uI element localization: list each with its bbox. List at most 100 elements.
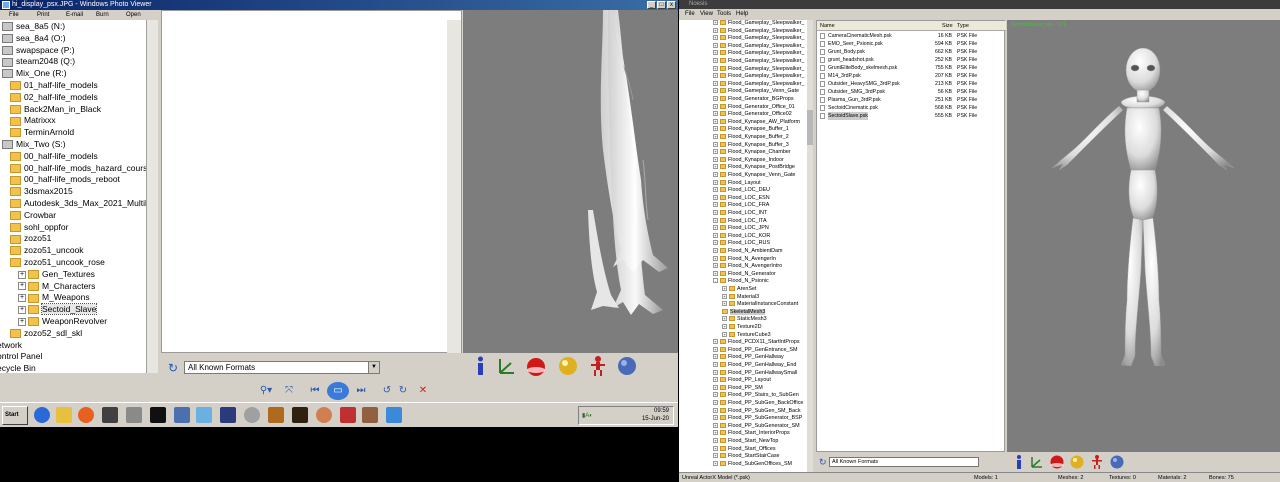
rotate-left-icon[interactable]: ↺: [380, 384, 394, 398]
package-tree-item[interactable]: + Flood_PP_GenHallway_End: [713, 362, 796, 370]
package-tree-item[interactable]: + Flood_Kynapse_Buffer_2: [713, 134, 789, 142]
folder-tree-item[interactable]: sohl_oppfor: [10, 221, 68, 233]
folder-tree-item[interactable]: swapspace (P:): [2, 44, 75, 56]
package-tree-item[interactable]: + Flood_LOC_KOR: [713, 233, 770, 241]
expand-icon[interactable]: +: [18, 305, 26, 314]
package-tree-item[interactable]: + Flood_PP_GenHallwaySmall: [713, 370, 797, 378]
photo-viewer-task-icon[interactable]: [386, 407, 402, 423]
axes-icon[interactable]: [1029, 454, 1045, 470]
menu-open[interactable]: Open: [126, 10, 141, 20]
folder-tree-item[interactable]: 00_half-life_mods_reboot: [10, 173, 120, 185]
axes-icon[interactable]: [496, 355, 518, 377]
folder-tree-item[interactable]: sea_8a4 (O:): [2, 32, 66, 44]
expand-icon[interactable]: +: [713, 50, 718, 56]
package-tree-item[interactable]: + Flood_Gameplay_Sleepwalker_: [713, 35, 804, 43]
resource-row[interactable]: GruntEliteBody_skelmesh.psk 755 KB PSK Fil…: [817, 64, 1006, 72]
package-tree-item[interactable]: + Flood_LOC_FRA: [713, 202, 769, 210]
expand-icon[interactable]: +: [713, 217, 718, 223]
delete-icon[interactable]: ✕: [416, 384, 430, 398]
expand-icon[interactable]: +: [713, 96, 718, 102]
format-filter-select[interactable]: All Known Formats ▼: [184, 361, 380, 374]
clock-time[interactable]: 09:59: [654, 408, 669, 414]
start-button[interactable]: Start: [2, 406, 28, 425]
package-tree-item[interactable]: + StaticMesh3: [722, 316, 767, 324]
movie-maker-icon[interactable]: [102, 407, 118, 423]
package-tree-item[interactable]: + Material3: [722, 294, 759, 302]
menu-help[interactable]: Help: [736, 9, 748, 19]
menu-burn[interactable]: Burn: [96, 10, 109, 20]
ie-icon[interactable]: [34, 407, 50, 423]
expand-icon[interactable]: +: [713, 210, 718, 216]
model-viewport-right[interactable]: SectoidSlave.psk - 1/1: [1007, 20, 1280, 472]
info-icon[interactable]: [469, 355, 491, 377]
package-tree-item[interactable]: + Flood_LOC_JPN: [713, 225, 769, 233]
refresh-icon[interactable]: ↻: [819, 457, 827, 468]
column-size[interactable]: Size: [942, 21, 953, 31]
expand-icon[interactable]: +: [713, 126, 718, 132]
package-tree-item[interactable]: + Flood_StartStairCase: [713, 453, 780, 461]
expand-icon[interactable]: +: [713, 187, 718, 193]
resource-row[interactable]: CameraCinematicMesh.psk 16 KB PSK File: [817, 32, 1006, 40]
package-tree-item[interactable]: SkeletalMesh3: [722, 308, 766, 317]
resource-row[interactable]: EMO_Seer_Psionic.psk 594 KB PSK File: [817, 40, 1006, 48]
menu-view[interactable]: View: [700, 9, 713, 19]
expand-icon[interactable]: +: [722, 324, 727, 330]
clock-date[interactable]: 15-Jun-20: [642, 416, 669, 422]
package-tree-item[interactable]: + Flood_SubGenOffices_SM: [713, 461, 792, 469]
package-tree-item[interactable]: + Flood_LOC_RUS: [713, 240, 770, 248]
fc-icon[interactable]: [220, 407, 236, 423]
expand-icon[interactable]: +: [713, 392, 718, 398]
refresh-icon[interactable]: ↻: [166, 361, 180, 375]
folder-tree-item[interactable]: etwork: [0, 339, 22, 351]
folder-tree-item[interactable]: 00_half-life_mods_hazard_course: [10, 162, 146, 174]
paint-icon[interactable]: [196, 407, 212, 423]
package-tree-item[interactable]: + Flood_PCDX11_StartIntProps: [713, 339, 800, 347]
package-tree-item[interactable]: + Flood_Layout: [713, 180, 761, 188]
gear-icon[interactable]: [244, 407, 260, 423]
package-tree-item[interactable]: + Flood_PP_Layout: [713, 377, 771, 385]
package-tree-item[interactable]: + Flood_Kynapse_Venn_Gate: [713, 172, 795, 180]
expand-icon[interactable]: +: [713, 232, 718, 238]
package-tree-item[interactable]: + Flood_PP_GenEntrance_SM: [713, 347, 798, 355]
folder-tree-item[interactable]: ontrol Panel: [0, 350, 42, 362]
expand-icon[interactable]: +: [713, 407, 718, 413]
resource-row[interactable]: grunt_headshot.psk 252 KB PSK File: [817, 56, 1006, 64]
package-tree-item[interactable]: + Flood_Start_Offices: [713, 446, 776, 454]
package-tree-item[interactable]: + Texture2D: [722, 324, 762, 332]
next-icon[interactable]: ⏭: [354, 384, 368, 398]
column-name[interactable]: Name: [820, 21, 835, 31]
resource-row[interactable]: Grunt_Body.psk 662 KB PSK File: [817, 48, 1006, 56]
folder-tree-item[interactable]: Matrixxx: [10, 114, 56, 126]
package-tree-scrollbar[interactable]: [807, 20, 813, 472]
expand-icon[interactable]: +: [713, 240, 718, 246]
file-list-pane[interactable]: [161, 10, 462, 353]
package-tree-item[interactable]: + Flood_LOC_ESN: [713, 195, 770, 203]
folder-tree-item[interactable]: + M_Weapons: [18, 291, 90, 303]
package-tree-item[interactable]: + Flood_LOC_DEU: [713, 187, 770, 195]
expand-icon[interactable]: +: [713, 179, 718, 185]
folder-tree-item[interactable]: Mix_Two (S:): [2, 138, 66, 150]
package-tree-item[interactable]: + Flood_Kynapse_Indoor: [713, 157, 784, 165]
dog-icon[interactable]: [362, 407, 378, 423]
expand-icon[interactable]: +: [713, 438, 718, 444]
cmd-icon[interactable]: [150, 407, 166, 423]
package-tree-item[interactable]: + MaterialInstanceConstant: [722, 301, 798, 309]
package-tree-item[interactable]: + Flood_Gameplay_Sleepwalker_: [713, 81, 804, 89]
package-tree-item[interactable]: + Flood_LOC_ITA: [713, 218, 767, 226]
expand-icon[interactable]: +: [713, 65, 718, 71]
tool2-icon[interactable]: [340, 407, 356, 423]
folder-tree-item[interactable]: + WeaponRevolver: [18, 315, 107, 327]
expand-icon[interactable]: +: [713, 194, 718, 200]
expand-icon[interactable]: +: [713, 141, 718, 147]
red-sphere-icon[interactable]: [525, 355, 547, 377]
package-tree-item[interactable]: + Flood_Kynapse_Buffer_3: [713, 142, 789, 150]
expand-icon[interactable]: +: [713, 80, 718, 86]
resource-row[interactable]: SectoidSlave.psk 555 KB PSK File: [817, 112, 1006, 120]
package-tree-item[interactable]: + Flood_PP_Stairs_to_SubGen: [713, 392, 799, 400]
collapse-icon[interactable]: -: [713, 278, 718, 284]
expand-icon[interactable]: +: [18, 282, 26, 291]
expand-icon[interactable]: +: [713, 172, 718, 178]
menu-email[interactable]: E-mail: [66, 10, 83, 20]
expand-icon[interactable]: +: [713, 225, 718, 231]
red-sphere-icon[interactable]: [1049, 454, 1065, 470]
